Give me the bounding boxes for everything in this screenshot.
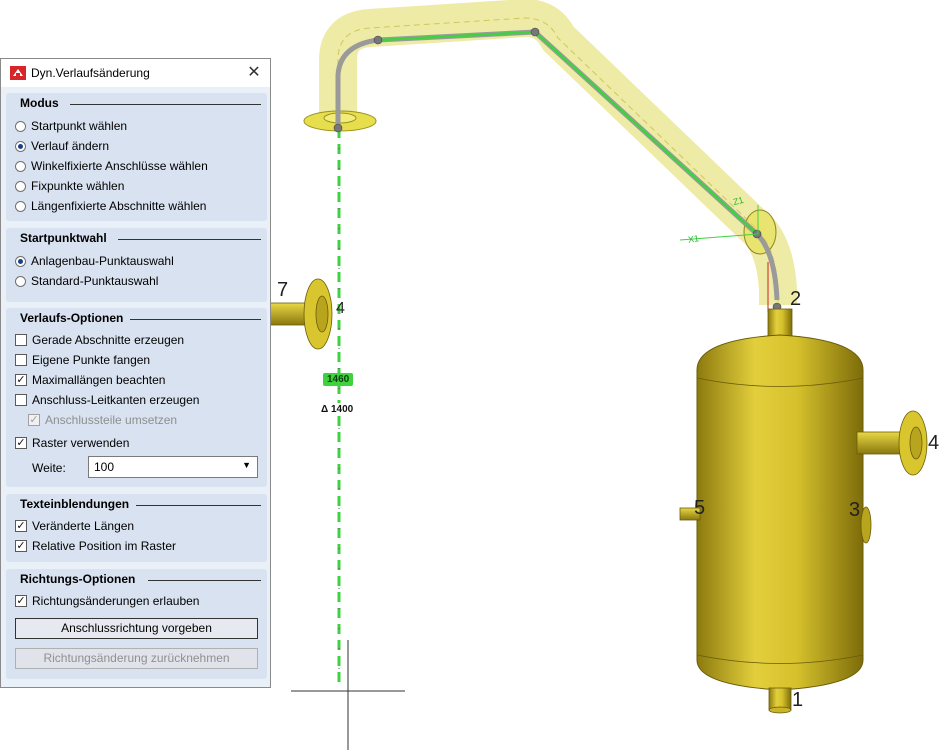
- radio-label: Längenfixierte Abschnitte wählen: [31, 199, 207, 213]
- radio-verlauf-aendern[interactable]: Verlauf ändern: [15, 137, 109, 155]
- radio-standard-punktauswahl[interactable]: Standard-Punktauswahl: [15, 272, 158, 290]
- group-richtungs-optionen: Richtungs-Optionen ✓ Richtungsänderungen…: [6, 569, 267, 679]
- group-title-richtungs-optionen: Richtungs-Optionen: [20, 572, 136, 586]
- check-eigene-punkte[interactable]: Eigene Punkte fangen: [15, 351, 150, 369]
- check-gerade-abschnitte[interactable]: Gerade Abschnitte erzeugen: [15, 331, 184, 349]
- radio-startpunkt-waehlen[interactable]: Startpunkt wählen: [15, 117, 127, 135]
- dialog-title: Dyn.Verlaufsänderung: [31, 66, 150, 80]
- check-anschluss-leitkanten[interactable]: Anschluss-Leitkanten erzeugen: [15, 391, 199, 409]
- checkbox-checked[interactable]: ✓: [15, 595, 27, 607]
- radio-winkelfixierte-anschluesse[interactable]: Winkelfixierte Anschlüsse wählen: [15, 157, 208, 175]
- checkbox[interactable]: [15, 354, 27, 366]
- group-title-modus: Modus: [20, 96, 59, 110]
- node-label-3: 3: [849, 499, 861, 521]
- radio-button[interactable]: [15, 275, 26, 287]
- group-divider: [118, 239, 261, 240]
- group-title-startpunktwahl: Startpunktwahl: [20, 231, 107, 245]
- group-divider: [136, 505, 261, 506]
- radio-label: Fixpunkte wählen: [31, 179, 125, 193]
- checkbox-label: Relative Position im Raster: [32, 539, 177, 553]
- node-label-4-left: 4: [336, 300, 345, 317]
- checkbox-label: Anschlussteile umsetzen: [45, 413, 178, 427]
- checkbox-label: Raster verwenden: [32, 436, 130, 450]
- check-anschlussteile-umsetzen: ✓ Anschlussteile umsetzen: [28, 411, 177, 429]
- group-divider: [148, 580, 261, 581]
- check-veraenderte-laengen[interactable]: ✓ Veränderte Längen: [15, 517, 134, 535]
- radio-button[interactable]: [15, 180, 26, 192]
- chevron-down-icon[interactable]: ▼: [242, 460, 251, 470]
- checkbox-label: Maximallängen beachten: [32, 373, 166, 387]
- hicad-app-icon: [10, 66, 26, 80]
- checkbox-checked[interactable]: ✓: [15, 437, 27, 449]
- checkbox-label: Eigene Punkte fangen: [32, 353, 151, 367]
- dyn-verlaufsaenderung-dialog: Dyn.Verlaufsänderung ✕ Modus Startpunkt …: [0, 58, 271, 688]
- radio-laengenfixierte-abschnitte[interactable]: Längenfixierte Abschnitte wählen: [15, 197, 206, 215]
- richtungsaenderung-zuruecknehmen-button: Richtungsänderung zurücknehmen: [15, 648, 258, 669]
- group-texteinblendungen: Texteinblendungen ✓ Veränderte Längen ✓ …: [6, 494, 267, 562]
- check-relative-position[interactable]: ✓ Relative Position im Raster: [15, 537, 176, 555]
- anschlussrichtung-vorgeben-button[interactable]: Anschlussrichtung vorgeben: [15, 618, 258, 639]
- checkbox[interactable]: [15, 394, 27, 406]
- checkbox-label: Gerade Abschnitte erzeugen: [32, 333, 185, 347]
- upper-pipe-transparent[interactable]: [303, 0, 797, 309]
- weite-label: Weite:: [32, 459, 66, 477]
- radio-anlagenbau-punktauswahl[interactable]: Anlagenbau-Punktauswahl: [15, 252, 174, 270]
- checkbox-disabled: ✓: [28, 414, 40, 426]
- vessel[interactable]: [679, 308, 928, 714]
- checkbox-label: Richtungsänderungen erlauben: [32, 594, 200, 608]
- radio-label: Winkelfixierte Anschlüsse wählen: [31, 159, 208, 173]
- node-label-7: 7: [277, 279, 289, 301]
- group-divider: [70, 104, 261, 105]
- delta-length-label: Δ 1400: [317, 403, 358, 416]
- radio-button[interactable]: [15, 120, 26, 132]
- close-icon[interactable]: ✕: [244, 63, 264, 83]
- node-label-1: 1: [792, 689, 804, 711]
- weite-label-text: Weite:: [32, 461, 66, 475]
- radio-button[interactable]: [15, 160, 26, 172]
- check-raster-verwenden[interactable]: ✓ Raster verwenden: [15, 434, 129, 452]
- checkbox-label: Veränderte Längen: [32, 519, 135, 533]
- group-title-texteinblendungen: Texteinblendungen: [20, 497, 130, 511]
- weite-dropdown[interactable]: 100 ▼: [88, 456, 258, 478]
- check-maximallaengen[interactable]: ✓ Maximallängen beachten: [15, 371, 165, 389]
- weite-dropdown-value: 100: [94, 460, 115, 474]
- radio-label: Startpunkt wählen: [31, 119, 128, 133]
- node-label-4-right: 4: [928, 432, 939, 454]
- node-label-2: 2: [790, 288, 802, 310]
- group-startpunktwahl: Startpunktwahl Anlagenbau-Punktauswahl S…: [6, 228, 267, 302]
- check-richtungsaenderungen[interactable]: ✓ Richtungsänderungen erlauben: [15, 592, 199, 610]
- radio-button-selected[interactable]: [15, 255, 26, 267]
- checkbox-checked[interactable]: ✓: [15, 540, 27, 552]
- crosshair-cursor: [291, 640, 405, 750]
- checkbox-label: Anschluss-Leitkanten erzeugen: [32, 393, 200, 407]
- node-label-5: 5: [694, 497, 706, 519]
- group-modus: Modus Startpunkt wählen Verlauf ändern W…: [6, 93, 267, 221]
- radio-button-selected[interactable]: [15, 140, 26, 152]
- dialog-titlebar[interactable]: Dyn.Verlaufsänderung ✕: [1, 59, 270, 87]
- radio-label: Anlagenbau-Punktauswahl: [31, 254, 174, 268]
- radio-label: Standard-Punktauswahl: [31, 274, 159, 288]
- axis-label-x1: X1: [687, 233, 700, 245]
- length-label: 1460: [323, 373, 354, 386]
- route-path-highlight: [337, 30, 758, 685]
- checkbox[interactable]: [15, 334, 27, 346]
- radio-label: Verlauf ändern: [31, 139, 110, 153]
- radio-fixpunkte-waehlen[interactable]: Fixpunkte wählen: [15, 177, 124, 195]
- group-divider: [130, 319, 261, 320]
- checkbox-checked[interactable]: ✓: [15, 520, 27, 532]
- group-title-verlaufs-optionen: Verlaufs-Optionen: [20, 311, 124, 325]
- radio-button[interactable]: [15, 200, 26, 212]
- checkbox-checked[interactable]: ✓: [15, 374, 27, 386]
